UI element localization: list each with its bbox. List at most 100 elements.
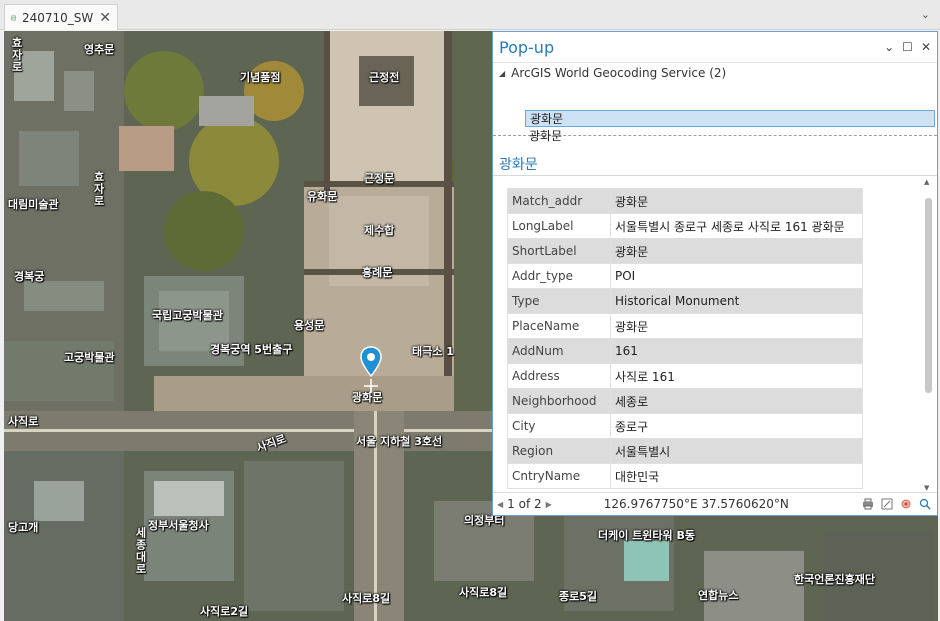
map-label-sajikro2: 사직로2길 (200, 605, 249, 618)
popup-title: Pop-up (499, 37, 555, 57)
coordinates-readout: 126.9767750°E 37.5760620°N (603, 497, 789, 511)
maximize-icon[interactable]: ☐ (902, 40, 913, 54)
field-value: 161 (610, 338, 863, 364)
map-label-twintree: 더케이 트윈타워 B동 (598, 529, 696, 542)
map-label-sojun: 제수합 (364, 224, 395, 237)
table-row: Addr_type POI (507, 263, 863, 289)
field-name: Address (507, 363, 611, 389)
next-icon[interactable]: ▶ (546, 500, 552, 509)
scrollbar-thumb[interactable] (925, 198, 932, 393)
attribute-table-wrap: Match_addr 광화문 LongLabel 서울특별시 종로구 세종로 사직로… (507, 188, 917, 498)
detail-title: 광화문 (499, 157, 538, 173)
map-label-yonhap: 연합뉴스 (698, 589, 739, 602)
field-value: 광화문 (610, 188, 863, 214)
field-name: Region (507, 438, 611, 464)
flash-icon[interactable] (900, 498, 912, 510)
map-label-korea-press: 한국언론진흥재단 (794, 573, 875, 586)
collapse-triangle-icon[interactable]: ◢ (499, 69, 505, 78)
field-name: PlaceName (507, 313, 611, 339)
field-name: Type (507, 288, 611, 314)
close-icon[interactable]: ✕ (921, 40, 931, 54)
map-icon (11, 15, 16, 20)
table-row: Address 사직로 161 (507, 363, 863, 389)
pager[interactable]: ◀ 1 of 2 ▶ (497, 497, 552, 511)
field-name: Addr_type (507, 263, 611, 289)
field-value: 세종로 (610, 388, 863, 414)
map-label-hyoja: 효자로 (92, 171, 105, 207)
tree-root[interactable]: ◢ ArcGIS World Geocoding Service (2) (499, 66, 726, 80)
divider (493, 175, 937, 176)
table-row: Match_addr 광화문 (507, 188, 863, 214)
map-label-sejong: 세종대로 (134, 527, 147, 575)
tree-root-label: ArcGIS World Geocoding Service (2) (511, 66, 727, 80)
map-label-gyeongbokgung: 경복궁 (14, 270, 45, 283)
field-name: CntryName (507, 463, 611, 489)
scroll-down-icon[interactable]: ▼ (924, 484, 929, 492)
map-label-sajik-street: 사직로 (8, 415, 39, 428)
map-label-gogung: 고궁박물관 (64, 351, 115, 364)
close-icon[interactable]: ✕ (99, 10, 111, 26)
map-label-hyoja-top: 효자로 (10, 37, 23, 73)
map-label-gyeongbok5: 경복궁역 5번출구 (210, 343, 293, 356)
pager-label: 1 of 2 (507, 497, 542, 511)
map-label-geunjeongjeon: 근정전 (369, 71, 400, 84)
table-row: CntryName 대한민국 (507, 463, 863, 489)
field-value: 서울특별시 (610, 438, 863, 464)
export-icon[interactable] (881, 498, 893, 510)
map-label-heungnyemun: 흥례문 (362, 266, 393, 279)
chevron-down-icon[interactable]: ⌄ (884, 40, 894, 54)
map-label-geunjeongmun: 근정문 (364, 172, 395, 185)
results-tree: ◢ ArcGIS World Geocoding Service (2) 광화문… (493, 63, 937, 143)
location-pin-icon[interactable] (359, 346, 383, 394)
tree-item[interactable]: 광화문 (525, 110, 935, 127)
map-label-line3: 서울 지하철 3호선 (356, 435, 443, 448)
popup-pane: Pop-up ⌄ ☐ ✕ ◢ ArcGIS World Geocoding Se… (492, 31, 938, 516)
previous-icon[interactable]: ◀ (497, 500, 503, 509)
zoom-to-icon[interactable] (919, 498, 931, 510)
map-label-sajikro8b: 사직로8길 (459, 586, 508, 599)
field-name: AddNum (507, 338, 611, 364)
vertical-scrollbar[interactable]: ▲ ▼ (924, 178, 933, 492)
field-value: 종로구 (610, 413, 863, 439)
tab-map[interactable]: 240710_SW ✕ (4, 4, 118, 30)
map-label-national: 국립고궁박물관 (152, 309, 223, 322)
field-name: City (507, 413, 611, 439)
table-row: LongLabel 서울특별시 종로구 세종로 사직로 161 광화문 (507, 213, 863, 239)
field-value: 광화문 (610, 238, 863, 264)
map-label-yeongchumun: 영추문 (84, 43, 115, 56)
map-label-sajikro8: 사직로8길 (342, 592, 391, 605)
table-row: City 종로구 (507, 413, 863, 439)
table-row: Neighborhood 세종로 (507, 388, 863, 414)
chevron-down-icon[interactable]: ⌄ (921, 8, 930, 21)
table-row: Type Historical Monument (507, 288, 863, 314)
tree-item[interactable]: 광화문 (525, 128, 935, 145)
field-name: Match_addr (507, 188, 611, 214)
field-value: 서울특별시 종로구 세종로 사직로 161 광화문 (610, 213, 863, 239)
popup-header: Pop-up ⌄ ☐ ✕ (493, 32, 937, 63)
table-row: PlaceName 광화문 (507, 313, 863, 339)
field-value: 광화문 (610, 313, 863, 339)
map-label-jongno5: 종로5길 (559, 590, 598, 603)
tab-label: 240710_SW (21, 10, 94, 25)
table-row: ShortLabel 광화문 (507, 238, 863, 264)
scroll-up-icon[interactable]: ▲ (924, 178, 929, 186)
map-label-tae1: 태극소 1 (412, 345, 454, 358)
map-label-ginyeom: 기념품점 (240, 71, 281, 84)
map-label-yuhwamun: 유화문 (307, 190, 338, 203)
map-label-gallery: 대림미술관 (8, 198, 59, 211)
field-name: LongLabel (507, 213, 611, 239)
table-row: AddNum 161 (507, 338, 863, 364)
popup-footer: ◀ 1 of 2 ▶ 126.9767750°E 37.5760620°N (493, 492, 937, 515)
map-label-jeongbu: 정부서울청사 (148, 519, 209, 532)
attribute-table: Match_addr 광화문 LongLabel 서울특별시 종로구 세종로 사직로… (507, 188, 863, 489)
field-name: Neighborhood (507, 388, 611, 414)
map-label-dangol: 당고개 (8, 521, 39, 534)
field-value: POI (610, 263, 863, 289)
print-icon[interactable] (862, 498, 874, 510)
table-row: Region 서울특별시 (507, 438, 863, 464)
field-name: ShortLabel (507, 238, 611, 264)
map-label-yongseongmun: 용성문 (294, 319, 325, 332)
field-value: 대한민국 (610, 463, 863, 489)
field-value: Historical Monument (610, 288, 863, 314)
field-value: 사직로 161 (610, 363, 863, 389)
